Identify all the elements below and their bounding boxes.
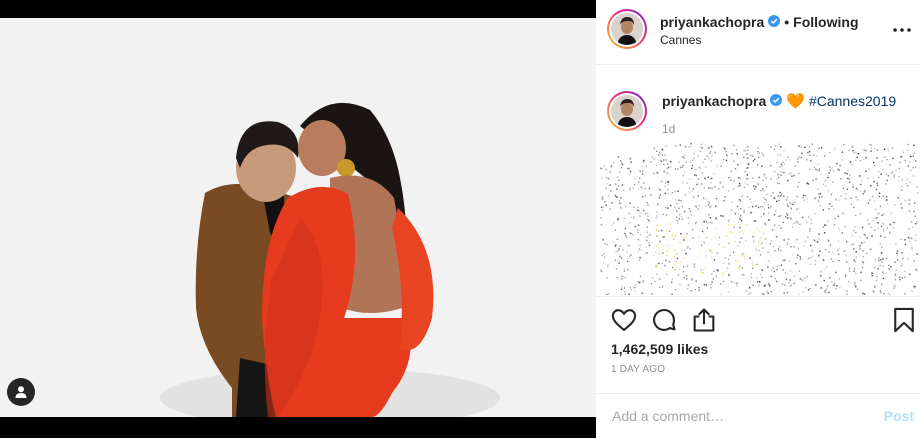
post-header: priyankachopra • Following Cannes [596, 0, 920, 65]
header-username[interactable]: priyankachopra [660, 14, 764, 30]
following-button[interactable]: Following [793, 14, 858, 30]
action-bar [596, 296, 920, 343]
post-media-pane [0, 0, 596, 438]
user-tags-button[interactable] [7, 378, 35, 406]
share-icon[interactable] [690, 306, 718, 334]
separator-dot: • [784, 14, 789, 30]
caption-time: 1d [662, 122, 675, 136]
avatar-image [611, 95, 643, 127]
more-options-icon[interactable] [890, 18, 914, 42]
post-sidebar: priyankachopra • Following Cannes priyan… [596, 0, 920, 438]
heart-icon[interactable] [610, 306, 638, 334]
caption-avatar[interactable] [607, 91, 647, 131]
bookmark-icon[interactable] [890, 306, 918, 334]
comment-bubble-icon[interactable] [650, 306, 678, 334]
obscured-comments-area [600, 143, 918, 295]
post-date[interactable]: 1 DAY AGO [611, 364, 665, 375]
post-comment-button[interactable]: Post [884, 408, 914, 424]
hashtag-link[interactable]: #Cannes2019 [809, 93, 896, 109]
comment-bar: Post [596, 393, 920, 439]
avatar[interactable] [607, 9, 647, 49]
caption-username[interactable]: priyankachopra [662, 93, 766, 109]
comment-input[interactable] [612, 408, 852, 424]
post-photo[interactable] [0, 18, 596, 417]
person-icon [14, 385, 28, 399]
orange-heart-emoji: 🧡 [786, 92, 805, 110]
verified-badge-icon [770, 93, 782, 109]
avatar-image [611, 13, 643, 45]
location-link[interactable]: Cannes [660, 33, 701, 47]
likes-count[interactable]: 1,462,509 likes [611, 341, 708, 357]
verified-badge-icon [768, 14, 780, 30]
caption-line: priyankachopra 🧡 #Cannes2019 [662, 92, 896, 110]
photo-illustration [0, 18, 596, 417]
